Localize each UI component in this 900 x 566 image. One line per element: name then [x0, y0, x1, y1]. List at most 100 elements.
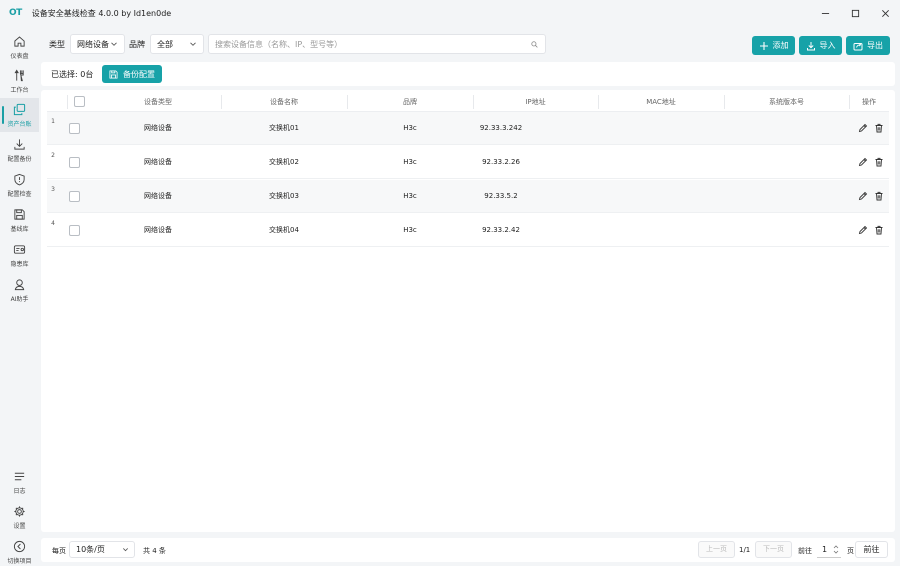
gear-icon [14, 505, 25, 517]
col-ip[interactable]: IP地址 [473, 92, 598, 112]
import-button[interactable]: 导入 [799, 36, 842, 55]
row-number: 2 [51, 152, 55, 159]
table-row[interactable]: 3 网络设备 交换机03 H3c 92.33.5.2 [47, 180, 889, 213]
sidebar-item-baseline-lib[interactable]: 基线库 [0, 203, 39, 237]
main-content: 类型 网络设备 品牌 全部 添加 导入 导出 已选择: 0台 [41, 28, 895, 562]
delete-icon[interactable] [874, 123, 884, 133]
sidebar-item-hazard-lib[interactable]: 隐患库 [0, 238, 39, 272]
download-icon [14, 138, 25, 150]
row-checkbox[interactable] [69, 123, 80, 134]
row-number: 1 [51, 118, 55, 125]
cell-mac [598, 180, 724, 213]
page-number-input[interactable]: 1 [817, 541, 841, 558]
sidebar-item-assets[interactable]: 资产台账 [0, 98, 39, 132]
col-mac[interactable]: MAC地址 [598, 92, 724, 112]
cell-device-name: 交换机04 [269, 226, 299, 234]
maximize-button[interactable] [840, 0, 870, 26]
cell-device-type: 网络设备 [144, 124, 172, 132]
goto-button[interactable]: 前往 [855, 541, 888, 558]
select-all-checkbox[interactable] [74, 96, 85, 107]
alert-card-icon [13, 244, 26, 254]
export-button[interactable]: 导出 [846, 36, 890, 55]
menu-icon [14, 472, 25, 480]
delete-icon[interactable] [874, 225, 884, 235]
row-checkbox[interactable] [69, 191, 80, 202]
sidebar-item-label: 隐患库 [10, 260, 29, 268]
cell-ip: 92.33.2.42 [482, 226, 520, 234]
chevron-down-icon [111, 42, 117, 46]
edit-icon[interactable] [858, 191, 868, 201]
page-unit-label: 页 [847, 547, 854, 555]
device-table: 设备类型 设备名称 品牌 IP地址 MAC地址 系统版本号 操作 1 网络设备 … [41, 90, 895, 532]
save-icon [14, 208, 25, 220]
table-header: 设备类型 设备名称 品牌 IP地址 MAC地址 系统版本号 操作 [47, 92, 889, 112]
sidebar-item-label: AI助手 [10, 295, 29, 303]
sidebar-item-label: 设置 [13, 522, 26, 530]
sidebar-item-workbench[interactable]: 工作台 [0, 64, 39, 98]
edit-icon[interactable] [858, 123, 868, 133]
sidebar-item-label: 日志 [13, 487, 26, 495]
page-size-select[interactable]: 10条/页 [69, 541, 135, 558]
filter-bar: 类型 网络设备 品牌 全部 添加 导入 导出 [41, 34, 895, 56]
col-version[interactable]: 系统版本号 [724, 92, 849, 112]
export-button-label: 导出 [867, 41, 883, 50]
col-device-type[interactable]: 设备类型 [95, 92, 221, 112]
ai-assistant-icon [14, 278, 25, 290]
shield-icon [14, 173, 25, 185]
page-number-value: 1 [822, 545, 828, 554]
col-brand[interactable]: 品牌 [347, 92, 473, 112]
backup-config-label: 备份配置 [123, 69, 155, 79]
table-row[interactable]: 1 网络设备 交换机01 H3c 92.33.3.242 [47, 112, 889, 145]
edit-icon[interactable] [858, 225, 868, 235]
home-icon [14, 35, 25, 47]
sidebar-item-label: 配置备份 [7, 155, 32, 163]
brand-select[interactable]: 全部 [150, 34, 204, 54]
search-input[interactable] [215, 37, 515, 51]
type-select[interactable]: 网络设备 [70, 34, 125, 54]
col-actions: 操作 [862, 98, 876, 106]
pagination: 每页 10条/页 共 4 条 上一页 1/1 下一页 前往 1 页 前往 [41, 538, 895, 562]
sidebar-item-config-check[interactable]: 配置检查 [0, 168, 39, 202]
cell-device-type: 网络设备 [144, 226, 172, 234]
add-button-label: 添加 [772, 41, 789, 50]
cell-mac [598, 214, 724, 247]
close-icon [881, 9, 889, 17]
per-page-label: 每页 [52, 547, 66, 555]
app-logo: OT [9, 8, 22, 18]
cell-ip: 92.33.5.2 [484, 192, 518, 200]
cell-ip: 92.33.2.26 [482, 158, 520, 166]
sidebar-item-dashboard[interactable]: 仪表盘 [0, 30, 39, 64]
brand-select-value: 全部 [157, 39, 173, 49]
cell-device-name: 交换机02 [269, 158, 299, 166]
search-icon[interactable] [531, 41, 538, 48]
delete-icon[interactable] [874, 157, 884, 167]
import-button-label: 导入 [819, 41, 836, 50]
title-bar: OT 设备安全基线检查 4.0.0 by Id1en0de [0, 0, 900, 26]
delete-icon[interactable] [874, 191, 884, 201]
row-number: 3 [51, 186, 55, 193]
sidebar-item-switch-project[interactable]: 切换项目 [0, 535, 39, 566]
minimize-button[interactable] [810, 0, 840, 26]
edit-icon[interactable] [858, 157, 868, 167]
cell-device-name: 交换机03 [269, 192, 299, 200]
chevron-down-icon [190, 42, 196, 46]
add-button[interactable]: 添加 [752, 36, 795, 55]
table-row[interactable]: 2 网络设备 交换机02 H3c 92.33.2.26 [47, 146, 889, 179]
stepper-icon[interactable] [833, 544, 839, 555]
row-checkbox[interactable] [69, 225, 80, 236]
cell-brand: H3c [403, 192, 417, 200]
sidebar-item-ai-assistant[interactable]: AI助手 [0, 273, 39, 307]
backup-config-button[interactable]: 备份配置 [102, 65, 162, 83]
col-device-name[interactable]: 设备名称 [221, 92, 347, 112]
close-button[interactable] [870, 0, 900, 26]
sidebar-item-logs[interactable]: 日志 [0, 465, 39, 499]
cell-version [724, 112, 849, 145]
table-row[interactable]: 4 网络设备 交换机04 H3c 92.33.2.42 [47, 214, 889, 247]
row-checkbox[interactable] [69, 157, 80, 168]
next-page-button[interactable]: 下一页 [755, 541, 792, 558]
prev-page-button[interactable]: 上一页 [698, 541, 735, 558]
cell-mac [598, 146, 724, 179]
sidebar-item-config-backup[interactable]: 配置备份 [0, 133, 39, 167]
sidebar-item-settings[interactable]: 设置 [0, 500, 39, 534]
page-size-value: 10条/页 [76, 545, 105, 554]
